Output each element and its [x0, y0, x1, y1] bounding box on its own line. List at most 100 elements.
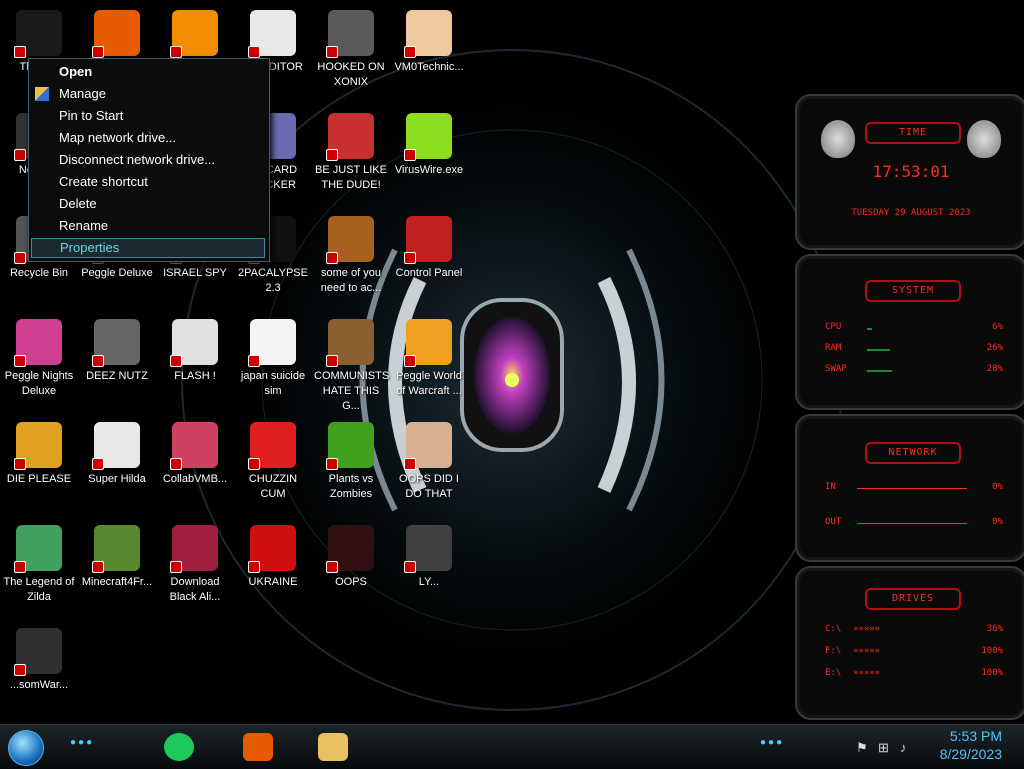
desktop-icon[interactable]: COMMUNISTS HATE THIS G...	[312, 315, 390, 414]
taskbar-decor-left: ●●●	[70, 737, 95, 748]
desktop-icon[interactable]: japan suicide sim	[234, 315, 312, 399]
desktop-icon-image	[326, 10, 374, 58]
system-widget-title: SYSTEM	[865, 280, 961, 302]
desktop-icon-label: Recycle Bin	[9, 267, 69, 279]
desktop-icon[interactable]: Minecraft4Fr...	[78, 521, 156, 590]
taskbar-decor-right: ●●●	[760, 737, 785, 748]
context-menu-item-label: Open	[59, 64, 93, 79]
context-menu-item[interactable]: Open	[31, 61, 265, 83]
desktop-icon[interactable]: Peggle World of Warcraft ...	[390, 315, 468, 399]
desktop-icon[interactable]: VirusWire.exe	[390, 109, 468, 178]
drives-row-label: E:\	[825, 668, 842, 678]
drives-row-value: 36%	[986, 624, 1003, 634]
firefox-icon[interactable]	[243, 733, 273, 761]
desktop-icon[interactable]: FLASH !	[156, 315, 234, 384]
desktop-icon-label: UKRAINE	[248, 576, 298, 588]
system-usage-bar	[867, 349, 891, 351]
desktop-icon[interactable]: DEEZ NUTZ	[78, 315, 156, 384]
desktop-icon-label: COMMUNISTS HATE THIS G...	[314, 370, 390, 412]
desktop-icon-label: Super Hilda	[88, 473, 146, 485]
desktop-icon-image	[92, 525, 140, 573]
network-row-label: IN	[825, 482, 836, 492]
start-button[interactable]	[8, 730, 44, 766]
context-menu-item[interactable]: Manage	[31, 83, 265, 105]
shortcut-arrow-icon	[326, 149, 338, 161]
drives-chevron-bar: »»»»»	[853, 624, 881, 634]
desktop-icon[interactable]: Control Panel	[390, 212, 468, 281]
shortcut-arrow-icon	[14, 664, 26, 676]
context-menu-item-label: Disconnect network drive...	[59, 152, 216, 167]
desktop-icon-image	[326, 319, 374, 367]
notes-app-icon[interactable]	[164, 733, 194, 761]
shortcut-arrow-icon	[404, 355, 416, 367]
taskbar-date: 8/29/2023	[939, 746, 1002, 762]
desktop-icon[interactable]: CHUZZIN CUM	[234, 418, 312, 502]
desktop-icon-image	[92, 10, 140, 58]
desktop-icon[interactable]: Super Hilda	[78, 418, 156, 487]
volume-icon[interactable]: ♪	[900, 740, 922, 755]
system-row-label: CPU	[825, 322, 842, 332]
taskbar-clock[interactable]: 5:53 PM 8/29/2023	[940, 727, 1002, 763]
drives-row-label: F:\	[825, 646, 842, 656]
desktop-icon[interactable]: The Legend of Zilda	[0, 521, 78, 605]
shortcut-arrow-icon	[92, 46, 104, 58]
shortcut-arrow-icon	[248, 355, 260, 367]
network-icon[interactable]: ⊞	[878, 740, 900, 756]
shortcut-arrow-icon	[248, 561, 260, 573]
file-explorer-icon[interactable]	[318, 733, 348, 761]
desktop-icon-label: HOOKED ON XONIX	[317, 61, 385, 88]
desktop-icon-label: DIE PLEASE	[6, 473, 72, 485]
desktop-icon[interactable]: UKRAINE	[234, 521, 312, 590]
system-row-value: 28%	[986, 364, 1003, 374]
desktop-icon[interactable]: HOOKED ON XONIX	[312, 6, 390, 90]
desktop-icon-label: Peggle Nights Deluxe	[4, 370, 74, 397]
desktop-icon[interactable]: BE JUST LIKE THE DUDE!	[312, 109, 390, 193]
desktop-icon-image	[404, 422, 452, 470]
desktop-icon[interactable]: OOPS	[312, 521, 390, 590]
desktop-icon-image	[248, 319, 296, 367]
widget-date: TUESDAY 29 AUGUST 2023	[851, 208, 971, 218]
shortcut-arrow-icon	[326, 46, 338, 58]
context-menu-item[interactable]: Disconnect network drive...	[31, 149, 265, 171]
desktop-icon[interactable]: some of you need to ac...	[312, 212, 390, 296]
shortcut-arrow-icon	[14, 252, 26, 264]
shortcut-arrow-icon	[404, 561, 416, 573]
desktop-icon[interactable]: Plants vs Zombies	[312, 418, 390, 502]
network-widget-title: NETWORK	[865, 442, 961, 464]
context-menu-item-label: Map network drive...	[59, 130, 177, 145]
desktop-icon-label: Peggle Deluxe	[81, 267, 153, 279]
desktop-icon[interactable]: DIE PLEASE	[0, 418, 78, 487]
shortcut-arrow-icon	[248, 46, 260, 58]
time-widget: TIME 17:53:01 TUESDAY 29 AUGUST 2023	[795, 94, 1024, 250]
context-menu-item[interactable]: Pin to Start	[31, 105, 265, 127]
context-menu-item[interactable]: Delete	[31, 193, 265, 215]
network-graph-line	[857, 523, 967, 524]
context-menu-item[interactable]: Rename	[31, 215, 265, 237]
shortcut-arrow-icon	[170, 46, 182, 58]
desktop-icon[interactable]: ...somWar...	[0, 624, 78, 693]
desktop-icon-image	[92, 422, 140, 470]
desktop-icon[interactable]: Peggle Nights Deluxe	[0, 315, 78, 399]
desktop-icon-image	[248, 525, 296, 573]
desktop-icon[interactable]: VM0Technic...	[390, 6, 468, 75]
desktop-icon[interactable]: CollabVMB...	[156, 418, 234, 487]
desktop-icon-image	[404, 525, 452, 573]
desktop-icon-image	[326, 113, 374, 161]
desktop-icon-image	[404, 319, 452, 367]
shortcut-arrow-icon	[170, 355, 182, 367]
shortcut-arrow-icon	[14, 149, 26, 161]
desktop-icon[interactable]: LY...	[390, 521, 468, 590]
context-menu-item[interactable]: Create shortcut	[31, 171, 265, 193]
context-menu: Open Manage Pin to Start Map network drive.…	[28, 58, 270, 262]
desktop-icon[interactable]: Download Black Ali...	[156, 521, 234, 605]
flag-icon[interactable]: ⚑	[856, 740, 878, 756]
context-menu-item[interactable]: Properties	[31, 238, 265, 258]
system-row-value: 6%	[992, 322, 1003, 332]
shortcut-arrow-icon	[92, 355, 104, 367]
context-menu-item-label: Rename	[59, 218, 109, 233]
desktop-icon-label: The Legend of Zilda	[3, 576, 75, 603]
context-menu-item[interactable]: Map network drive...	[31, 127, 265, 149]
desktop-icon[interactable]: OOPS DID I DO THAT	[390, 418, 468, 502]
system-row-value: 26%	[986, 343, 1003, 353]
shortcut-arrow-icon	[404, 46, 416, 58]
